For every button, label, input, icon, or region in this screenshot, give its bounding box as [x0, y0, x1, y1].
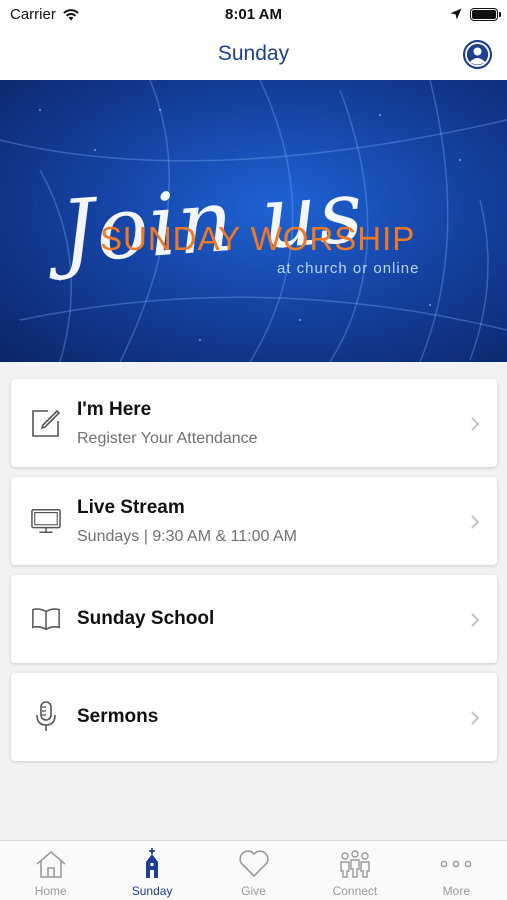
tab-connect[interactable]: Connect	[304, 841, 405, 900]
tab-label: Give	[241, 884, 266, 898]
tab-label: Sunday	[131, 884, 173, 898]
chevron-right-icon	[471, 613, 480, 627]
people-icon	[340, 850, 370, 878]
tab-home[interactable]: Home	[0, 841, 101, 900]
page-title: Sunday	[217, 42, 290, 65]
tab-label: Home	[34, 884, 67, 898]
tab-more[interactable]: More	[406, 841, 507, 900]
chevron-right-icon	[471, 515, 480, 529]
banner-headline: SUNDAY WORSHIP	[100, 220, 416, 257]
church-icon	[146, 848, 159, 878]
tab-give[interactable]: Give	[203, 841, 304, 900]
card-title: I'm Here	[77, 399, 152, 420]
monitor-icon	[31, 509, 61, 533]
chevron-right-icon	[471, 417, 480, 431]
card-im-here[interactable]: I'm Here Register Your Attendance	[11, 379, 497, 467]
more-dots-icon	[441, 860, 472, 868]
tab-label: More	[442, 884, 470, 898]
tab-label: Connect	[332, 884, 378, 898]
card-subtitle: Register Your Attendance	[77, 430, 258, 447]
banner-subline: at church or online	[277, 260, 420, 277]
chevron-right-icon	[471, 711, 480, 725]
edit-note-icon	[32, 409, 61, 437]
carrier-label: Carrier	[10, 5, 56, 23]
worship-banner[interactable]: Join us SUNDAY WORSHIP at church or onli…	[0, 80, 507, 362]
user-circle-icon	[463, 40, 492, 69]
tab-sunday[interactable]: Sunday	[101, 841, 202, 900]
card-sermons[interactable]: Sermons	[11, 673, 497, 761]
heart-icon	[238, 850, 269, 878]
battery-icon	[470, 7, 501, 21]
card-subtitle: Sundays | 9:30 AM & 11:00 AM	[77, 528, 297, 545]
navigation-bar: Sunday	[0, 28, 507, 80]
location-arrow-icon	[450, 8, 462, 20]
status-bar: Carrier 8:01 AM	[0, 0, 507, 28]
profile-button[interactable]	[463, 40, 492, 69]
wifi-icon	[63, 8, 79, 20]
card-live-stream[interactable]: Live Stream Sundays | 9:30 AM & 11:00 AM	[11, 477, 497, 565]
card-title: Live Stream	[77, 497, 185, 518]
house-icon	[36, 850, 66, 878]
open-book-icon	[32, 608, 60, 631]
card-title: Sermons	[77, 706, 159, 727]
microphone-icon	[36, 701, 56, 731]
tab-bar: Home Sunday Give Connect More	[0, 840, 507, 900]
card-sunday-school[interactable]: Sunday School	[11, 575, 497, 663]
card-title: Sunday School	[77, 608, 215, 629]
